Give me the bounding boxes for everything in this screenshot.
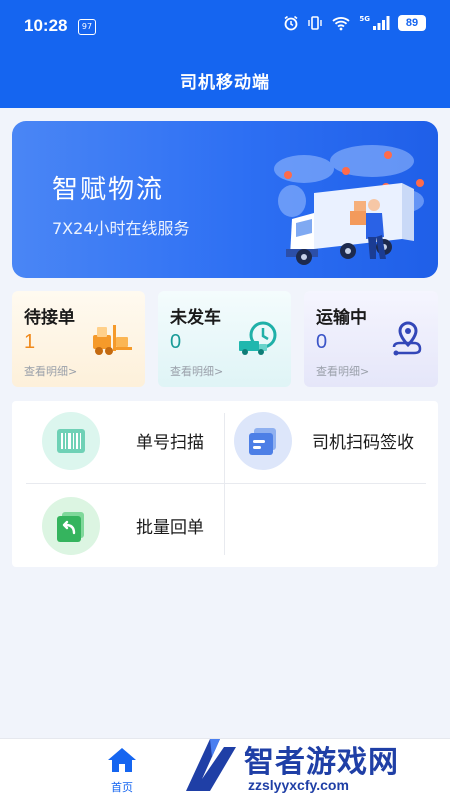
watermark-url: zzslyyxcfy.com [248,777,349,793]
scan-order-button[interactable]: 单号扫描 [42,406,222,476]
status-icons: 5G 89 [283,15,426,31]
route-pin-icon [392,321,422,356]
banner-title: 智赋物流 [52,175,165,205]
delivery-truck-illustration [274,145,424,265]
banner-subtitle: 7X24小时在线服务 [52,219,190,238]
watermark-text: 智者游戏网 [244,745,399,780]
stat-count: 0 [316,331,328,353]
forklift-icon [93,325,132,355]
view-details-link[interactable]: 查看明细> [24,363,77,379]
tab-home[interactable]: 首页 [96,747,148,797]
stat-count: 0 [170,331,182,353]
wifi-icon [332,17,350,31]
battery-indicator: 89 [398,15,426,31]
action-label: 司机扫码签收 [312,433,414,453]
status-bar: 10:28 97 5G 89 [0,0,450,54]
barcode-scan-icon [42,412,100,470]
quick-actions-panel: 单号扫描 司机扫码签收 批量回单 [12,401,438,567]
divider [26,483,426,484]
stat-count: 1 [24,331,36,353]
view-details-link[interactable]: 查看明细> [170,363,223,379]
hero-banner[interactable]: 智赋物流 7X24小时在线服务 [12,121,438,278]
tab-home-label: 首页 [111,781,133,794]
stat-label: 待接单 [24,308,75,328]
return-receipt-icon [42,497,100,555]
site-watermark: 智者游戏网 zzslyyxcfy.com [180,733,450,800]
stat-label: 未发车 [170,308,221,328]
view-details-link[interactable]: 查看明细> [316,363,369,379]
divider [224,413,225,555]
home-icon [108,748,136,772]
stat-card-pending[interactable]: 待接单 1 查看明细> [12,291,145,387]
network-type: 5G [359,15,370,23]
app-header: 10:28 97 5G 89 司机移动端 [0,0,450,108]
signal-icon [373,16,390,30]
stat-card-not-departed[interactable]: 未发车 0 查看明细> [158,291,291,387]
alarm-icon [284,15,298,31]
page-title: 司机移动端 [180,73,270,93]
vibrate-icon [308,16,323,30]
driver-scan-sign-button[interactable]: 司机扫码签收 [234,406,434,476]
stat-card-in-transit[interactable]: 运输中 0 查看明细> [304,291,438,387]
document-sign-icon [234,412,292,470]
watermark-logo [186,739,236,791]
notification-app-icon: 97 [78,19,96,35]
status-time: 10:28 [24,16,68,35]
stat-label: 运输中 [316,308,367,328]
action-label: 单号扫描 [136,433,204,453]
batch-receipt-button[interactable]: 批量回单 [42,491,222,561]
action-label: 批量回单 [136,518,204,538]
truck-clock-icon [239,321,277,355]
